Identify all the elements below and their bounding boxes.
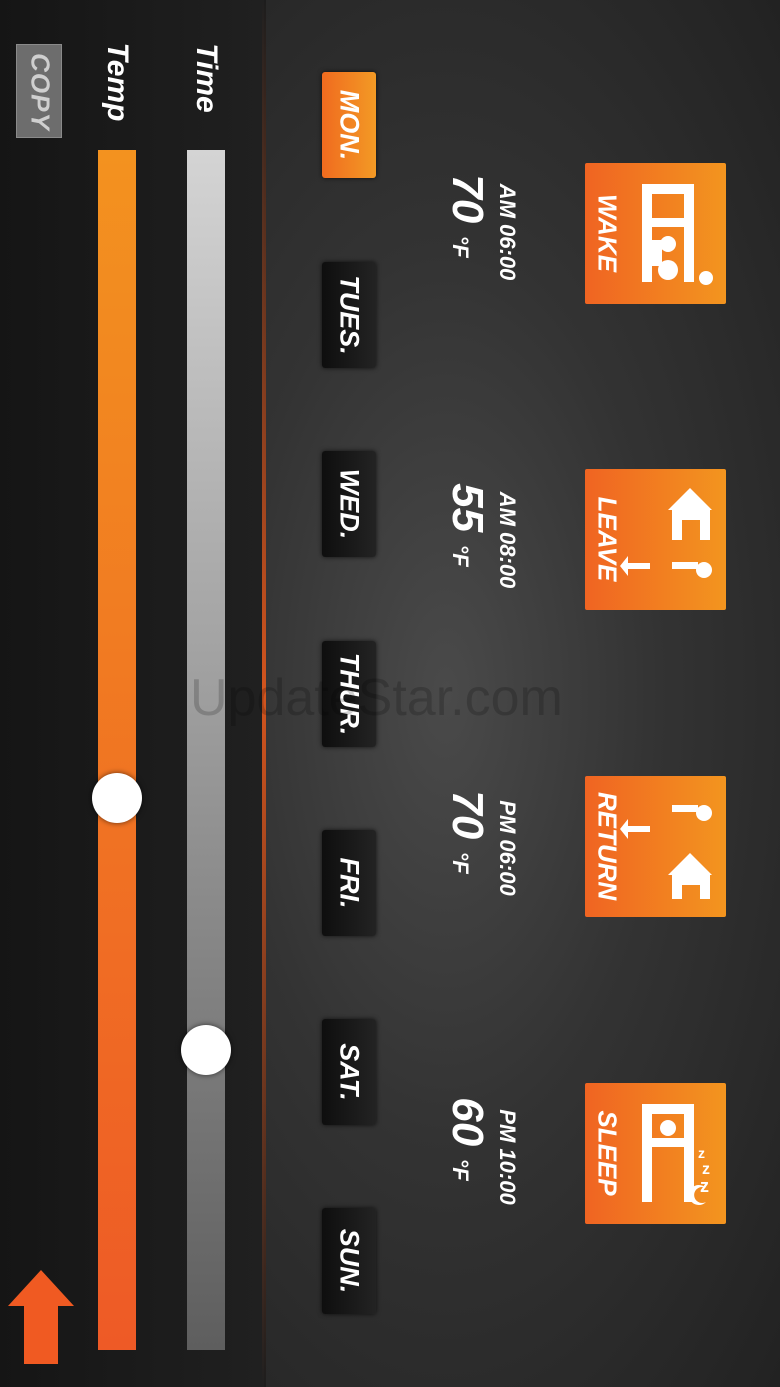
leave-button-label: LEAVE [592,496,623,582]
thermostat-screen: COPY Temp Time MON. TUES. WED. THUR. FRI… [0,0,780,1387]
day-tab-tues[interactable]: TUES. [322,262,376,368]
temp-label: Temp [101,42,134,122]
sleep-button-label: SLEEP [592,1110,623,1196]
event-temp-leave[interactable]: 55 °F [442,483,492,566]
wake-button[interactable]: WAKE [585,163,726,304]
event-time-leave: AM 08:00 [495,491,520,589]
event-temp-wake[interactable]: 70 °F [442,174,492,257]
watermark: UpdateStar.com [190,669,563,727]
day-tab-label: WED. [334,468,365,540]
event-temp-sleep[interactable]: 60 °F [442,1097,492,1180]
time-slider[interactable] [187,150,225,1350]
event-time-sleep: PM 10:00 [495,1109,520,1205]
svg-text:z: z [698,1145,705,1161]
time-label: Time [190,43,223,113]
event-time-return: PM 06:00 [495,800,520,896]
leave-icon [620,488,712,578]
day-tab-label: SAT. [334,1043,365,1101]
day-tab-wed[interactable]: WED. [322,451,376,557]
return-icon [620,805,712,899]
event-time-wake: AM 06:00 [495,183,520,281]
copy-button-label: COPY [25,53,56,131]
return-button-label: RETURN [592,791,623,901]
day-tab-sat[interactable]: SAT. [322,1019,376,1125]
leave-button[interactable]: LEAVE [585,469,726,610]
day-tab-fri[interactable]: FRI. [322,830,376,936]
arrow-up-icon[interactable] [8,1270,74,1364]
sleep-button[interactable]: z z z SLEEP [585,1083,726,1224]
time-slider-handle[interactable] [181,1025,231,1075]
day-tab-sun[interactable]: SUN. [322,1208,376,1314]
day-tab-label: TUES. [334,275,365,355]
sleep-icon: z z z [642,1104,710,1205]
copy-button[interactable]: COPY [16,44,62,138]
day-tab-label: SUN. [334,1228,365,1294]
day-tab-label: MON. [334,89,365,161]
wake-button-label: WAKE [592,194,623,272]
return-button[interactable]: RETURN [585,776,726,917]
day-tab-label: FRI. [334,857,365,909]
event-temp-return[interactable]: 70 °F [442,790,492,873]
day-tab-mon[interactable]: MON. [322,72,376,178]
temp-slider[interactable] [98,150,136,1350]
temp-slider-handle[interactable] [92,773,142,823]
wake-icon [642,184,713,285]
